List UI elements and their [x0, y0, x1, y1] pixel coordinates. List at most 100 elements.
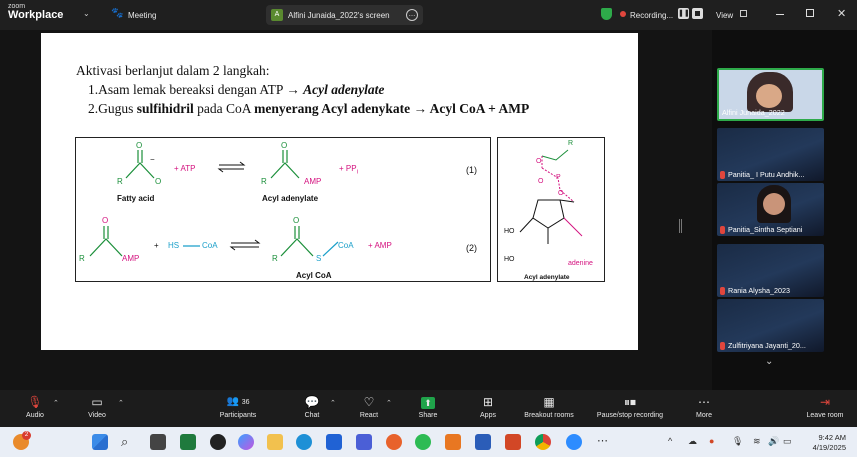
participants-button[interactable]: 👥 36 Participants — [212, 394, 264, 419]
security-shield-icon[interactable] — [601, 8, 612, 20]
edge-icon[interactable] — [296, 434, 312, 450]
app-icon-2[interactable] — [445, 434, 461, 450]
close-icon[interactable]: ✕ — [837, 7, 846, 20]
chat-button[interactable]: 💬 Chat — [298, 394, 326, 419]
chem-plus-ppi: + PPi — [339, 164, 358, 176]
adenylate-ho-1: HO — [504, 228, 515, 235]
participant-name: Panitia_Sintha Septiani — [728, 225, 803, 234]
equation-number-1: (1) — [466, 165, 477, 175]
zoom-icon[interactable] — [566, 434, 582, 450]
recording-dot-icon — [620, 11, 626, 17]
fatty-acid-carbonyl — [137, 150, 143, 163]
equation-number-2: (2) — [466, 243, 477, 253]
share-button[interactable]: ⬆ Share — [413, 394, 443, 419]
start-icon[interactable] — [92, 434, 108, 450]
clock[interactable]: 9:42 AM 4/19/2025 — [806, 433, 846, 453]
tray-chevron-icon[interactable]: ^ — [668, 436, 672, 446]
minimize-icon[interactable] — [776, 14, 784, 15]
file-explorer-icon[interactable] — [267, 434, 283, 450]
more-apps-icon[interactable]: ⋯ — [597, 434, 613, 450]
video-caret-icon[interactable]: ⌃ — [118, 399, 124, 407]
battery-icon[interactable]: ▭ — [783, 436, 792, 447]
breakout-rooms-button[interactable]: ▦ Breakout rooms — [516, 394, 582, 419]
acyl-coa-carbonyl — [294, 226, 300, 239]
leave-room-button[interactable]: ⇥ Leave room — [800, 394, 850, 419]
chem-hs: HS — [168, 241, 180, 250]
pause-stop-recording-button[interactable]: ⏸⏹ Pause/stop recording — [588, 394, 672, 419]
video-button[interactable]: ▭ Video — [82, 394, 112, 419]
share-screen-icon: ⬆ — [413, 394, 443, 410]
stop-recording-icon[interactable] — [692, 8, 703, 19]
wifi-icon[interactable]: ≋ — [753, 436, 761, 447]
whatsapp-icon[interactable] — [415, 434, 431, 450]
chevron-down-icon[interactable]: ⌄ — [83, 9, 90, 18]
excel-icon[interactable] — [180, 434, 196, 450]
fatty-acid-bonds — [125, 162, 155, 179]
pause-recording-icon[interactable]: ❚❚ — [678, 8, 690, 19]
chem-r-1: R — [117, 177, 123, 186]
react-button[interactable]: ♡ React — [354, 394, 384, 419]
acyl-adenylate-bonds — [270, 162, 300, 179]
participant-tile[interactable]: Panitia_ I Putu Andhik... — [717, 128, 824, 181]
chat-caret-icon[interactable]: ⌃ — [330, 399, 336, 407]
chatgpt-icon[interactable] — [210, 434, 226, 450]
chrome-icon[interactable] — [535, 434, 551, 450]
recording-label: Recording... — [630, 11, 674, 20]
more-options-icon[interactable]: … — [406, 9, 418, 21]
reaction-equations-box: O − R O + ATP O R AMP + PPi (1) Fatty ac… — [75, 137, 491, 282]
muted-mic-icon — [720, 342, 725, 350]
react-caret-icon[interactable]: ⌃ — [386, 399, 392, 407]
more-button[interactable]: ⋯ More — [689, 394, 719, 419]
breakout-rooms-icon: ▦ — [543, 395, 555, 409]
search-icon[interactable]: ⌕ — [121, 434, 137, 450]
word-icon[interactable] — [475, 434, 491, 450]
volume-icon[interactable]: 🔊 — [768, 436, 779, 447]
restore-icon[interactable] — [806, 9, 814, 17]
chem-amp-1: AMP — [304, 177, 322, 186]
screen-share-indicator[interactable]: A Alfini Junaida_2022's screen … — [266, 5, 423, 25]
chem-r-4: R — [272, 254, 278, 263]
coa-bond — [322, 241, 339, 257]
participant-tile[interactable]: Panitia_Sintha Septiani — [717, 183, 824, 236]
fatty-acid-label: Fatty acid — [117, 194, 155, 203]
muted-mic-icon — [720, 287, 725, 295]
app-icon[interactable] — [356, 434, 372, 450]
meeting-label[interactable]: Meeting — [128, 11, 156, 20]
chem-r-2: R — [261, 177, 267, 186]
chem-r-3: R — [79, 254, 85, 263]
slide-line-2: 1.Asam lemak bereaksi dengan ATP → Acyl … — [88, 82, 385, 97]
chem-o-2: O — [281, 141, 288, 150]
participant-tile[interactable]: Rania Alysha_2023 — [717, 244, 824, 297]
acyl-adenylate-label: Acyl adenylate — [262, 194, 319, 203]
equilibrium-arrow-1-forward — [219, 161, 246, 166]
audio-caret-icon[interactable]: ⌃ — [53, 399, 59, 407]
microphone-icon[interactable]: 🎙 — [732, 436, 743, 447]
more-icon: ⋯ — [698, 395, 710, 409]
acyl-adenylate-structure-box: R O O P O HO HO adenine Acyl adenylate — [497, 137, 605, 282]
muted-mic-icon — [720, 226, 725, 234]
chem-plus-atp: + ATP — [174, 164, 196, 173]
participant-face — [756, 84, 782, 108]
adenylate-o-2: O — [538, 178, 544, 185]
copilot-icon[interactable] — [238, 434, 254, 450]
tray-app-icon[interactable]: ● — [709, 436, 714, 446]
view-label[interactable]: View — [716, 11, 733, 20]
panel-resize-handle[interactable] — [679, 219, 682, 233]
adenylate-ho-2: HO — [504, 256, 515, 263]
apps-button[interactable]: ⊞ Apps — [473, 394, 503, 419]
store-icon[interactable] — [326, 434, 342, 450]
firefox-icon[interactable] — [386, 434, 402, 450]
sharer-avatar: A — [271, 9, 283, 21]
onedrive-icon[interactable]: ☁ — [688, 436, 697, 447]
slide-line-3: 2.Gugus sulfihidril pada CoA menyerang A… — [88, 101, 530, 116]
powerpoint-icon[interactable] — [505, 434, 521, 450]
slide-line-1: Aktivasi berlanjut dalam 2 langkah: — [76, 63, 270, 78]
participant-tile[interactable]: Alfini Junaida_2022 — [717, 68, 824, 121]
chem-minus: − — [150, 155, 155, 164]
audio-button[interactable]: 🎙 Audio — [20, 394, 50, 419]
participant-tile[interactable]: Zulfitriyana Jayanti_20... — [717, 299, 824, 352]
chat-icon: 💬 — [304, 395, 320, 409]
task-view-icon[interactable] — [150, 434, 166, 450]
view-grid-icon[interactable] — [740, 10, 747, 17]
scroll-down-chevron-icon[interactable]: ⌄ — [765, 356, 773, 367]
